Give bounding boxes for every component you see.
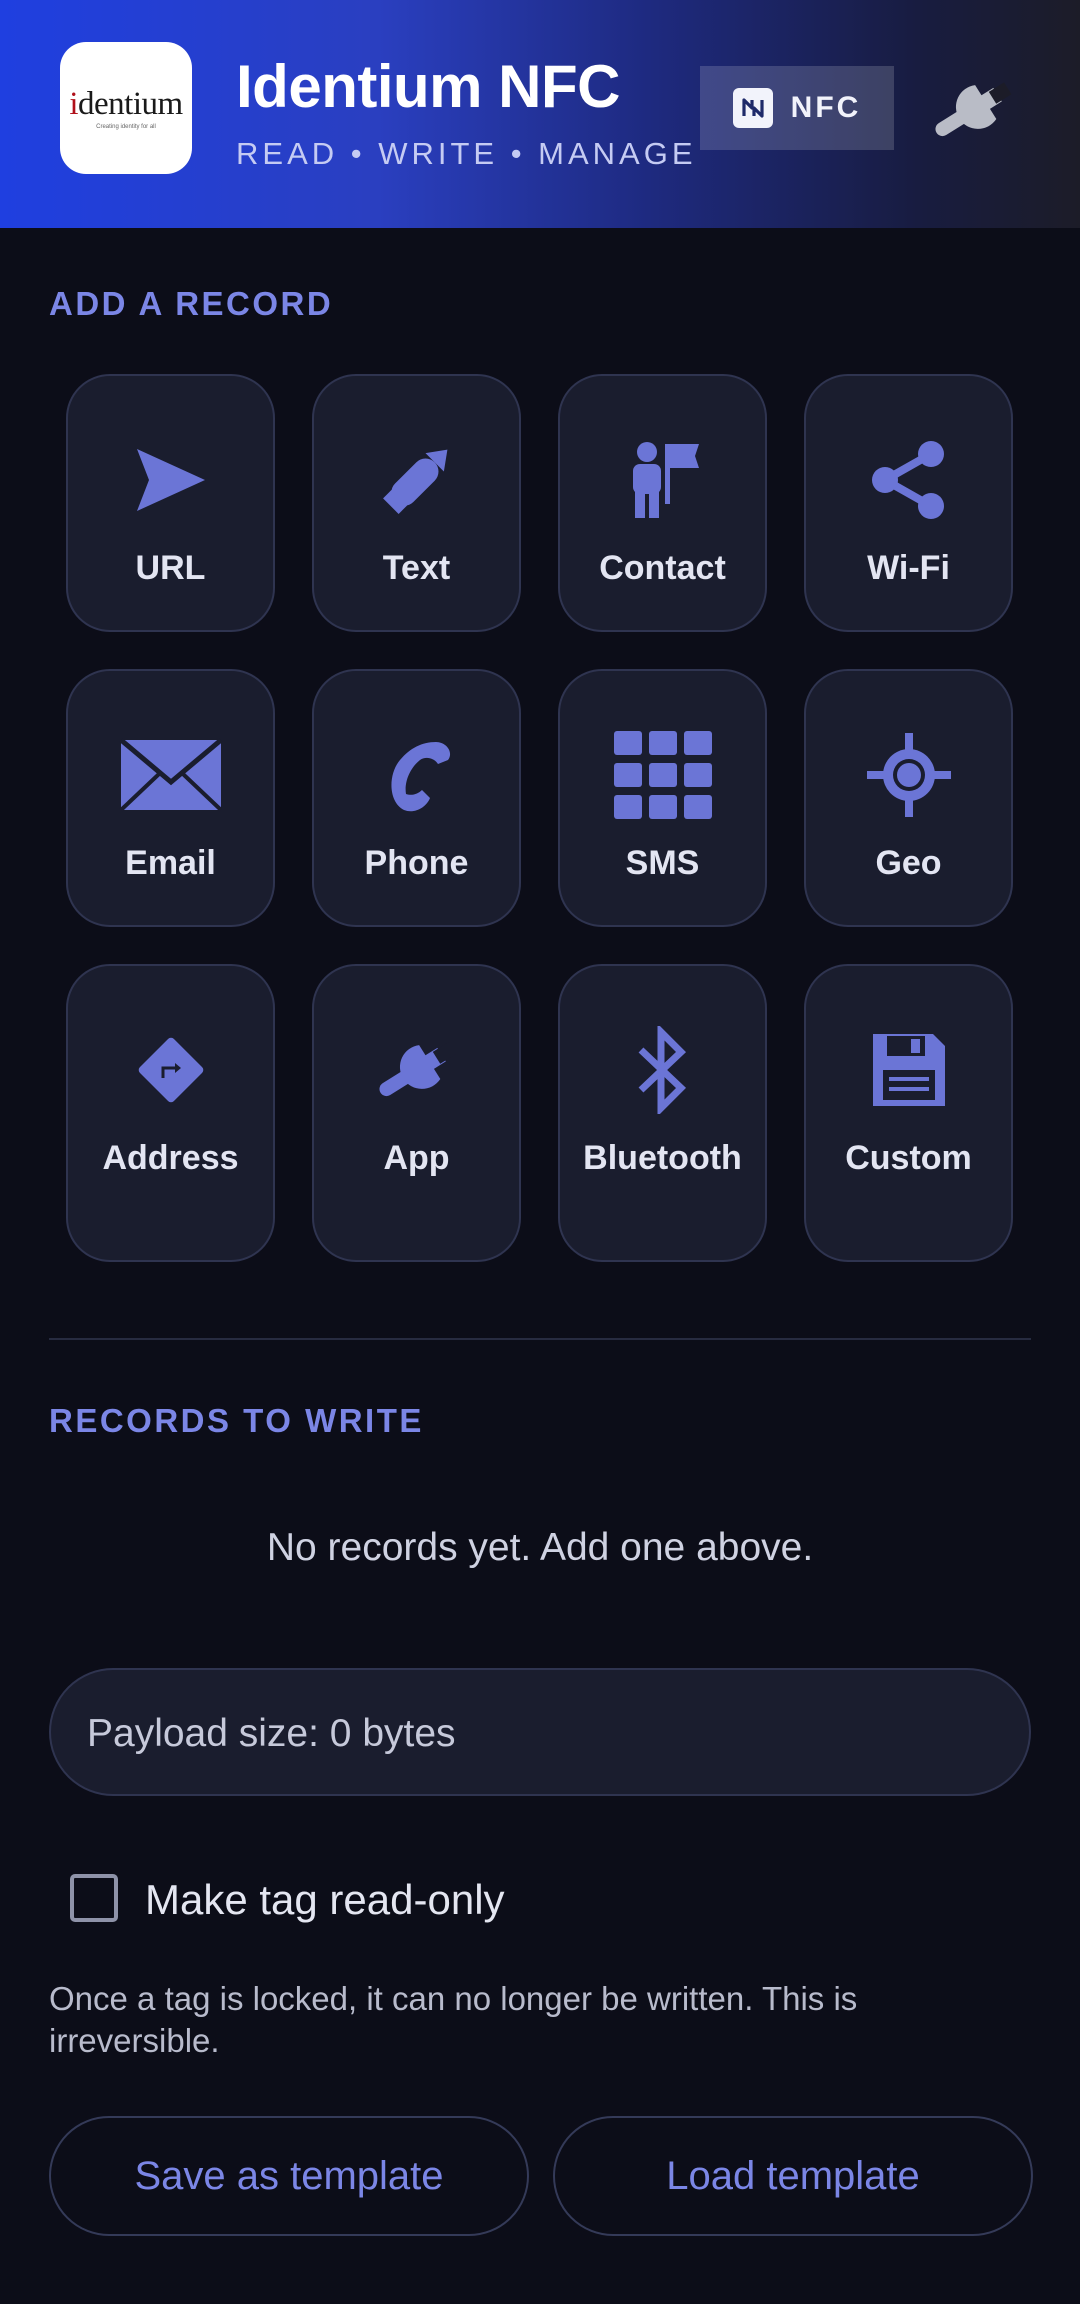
record-app-label: App bbox=[383, 1139, 450, 1177]
record-email-button[interactable]: Email bbox=[66, 669, 275, 927]
app-subtitle: READ • WRITE • MANAGE bbox=[236, 136, 697, 171]
logo-wordmark: identium bbox=[69, 86, 183, 122]
record-contact-label: Contact bbox=[599, 549, 726, 587]
section-divider bbox=[49, 1338, 1031, 1340]
record-geo-label: Geo bbox=[875, 844, 942, 882]
record-wifi-label: Wi-Fi bbox=[867, 549, 950, 587]
app-title: Identium NFC bbox=[236, 53, 620, 120]
payload-size-field: Payload size: 0 bytes bbox=[49, 1668, 1031, 1796]
record-address-label: Address bbox=[102, 1139, 239, 1177]
record-geo-button[interactable]: Geo bbox=[804, 669, 1013, 927]
send-icon bbox=[136, 449, 205, 511]
record-sms-button[interactable]: SMS bbox=[558, 669, 767, 927]
read-only-warning: Once a tag is locked, it can no longer b… bbox=[49, 1980, 858, 2059]
keypad-icon bbox=[613, 731, 712, 819]
settings-button[interactable] bbox=[926, 70, 1020, 150]
add-record-heading: ADD A RECORD bbox=[49, 285, 334, 322]
nfc-status-badge[interactable]: NFC bbox=[700, 66, 894, 150]
logo-tagline: Creating identity for all bbox=[96, 124, 156, 130]
record-sms-label: SMS bbox=[625, 844, 700, 882]
nfc-icon bbox=[732, 88, 773, 128]
share-icon bbox=[871, 441, 944, 519]
read-only-checkbox[interactable] bbox=[70, 1874, 118, 1922]
record-phone-button[interactable]: Phone bbox=[312, 669, 521, 927]
directions-icon bbox=[138, 1037, 203, 1103]
save-template-button[interactable]: Save as template bbox=[49, 2116, 529, 2236]
record-contact-button[interactable]: Contact bbox=[558, 374, 767, 632]
envelope-icon bbox=[118, 738, 223, 812]
record-email-label: Email bbox=[125, 844, 216, 882]
bluetooth-icon bbox=[638, 1026, 686, 1114]
wrench-icon bbox=[935, 82, 1012, 137]
record-phone-label: Phone bbox=[364, 844, 469, 882]
record-bluetooth-label: Bluetooth bbox=[583, 1139, 742, 1177]
pencil-icon bbox=[382, 449, 447, 514]
record-wifi-button[interactable]: Wi-Fi bbox=[804, 374, 1013, 632]
floppy-disk-icon bbox=[872, 1034, 945, 1106]
record-url-button[interactable]: URL bbox=[66, 374, 275, 632]
record-text-button[interactable]: Text bbox=[312, 374, 521, 632]
payload-size-text: Payload size: 0 bytes bbox=[87, 1712, 456, 1755]
nfc-badge-label: NFC bbox=[790, 91, 862, 124]
record-type-grid: URL Text Contact Wi-Fi Email Phone SMS G… bbox=[66, 374, 1014, 1262]
load-template-button[interactable]: Load template bbox=[553, 2116, 1033, 2236]
phone-icon bbox=[390, 742, 450, 812]
record-text-label: Text bbox=[382, 549, 451, 587]
app-header: identium Creating identity for all Ident… bbox=[0, 0, 1080, 228]
records-heading: RECORDS TO WRITE bbox=[49, 1402, 424, 1439]
record-url-label: URL bbox=[135, 549, 206, 587]
record-bluetooth-button[interactable]: Bluetooth bbox=[558, 964, 767, 1262]
empty-records-message: No records yet. Add one above. bbox=[266, 1526, 814, 1569]
record-app-button[interactable]: App bbox=[312, 964, 521, 1262]
record-address-button[interactable]: Address bbox=[66, 964, 275, 1262]
crosshair-icon bbox=[866, 733, 951, 817]
record-custom-label: Custom bbox=[845, 1139, 972, 1177]
app-logo: identium Creating identity for all bbox=[60, 42, 192, 174]
person-flag-icon bbox=[632, 442, 699, 518]
record-custom-button[interactable]: Custom bbox=[804, 964, 1013, 1262]
read-only-label[interactable]: Make tag read-only bbox=[145, 1876, 505, 1924]
wrench-icon bbox=[378, 1042, 455, 1097]
